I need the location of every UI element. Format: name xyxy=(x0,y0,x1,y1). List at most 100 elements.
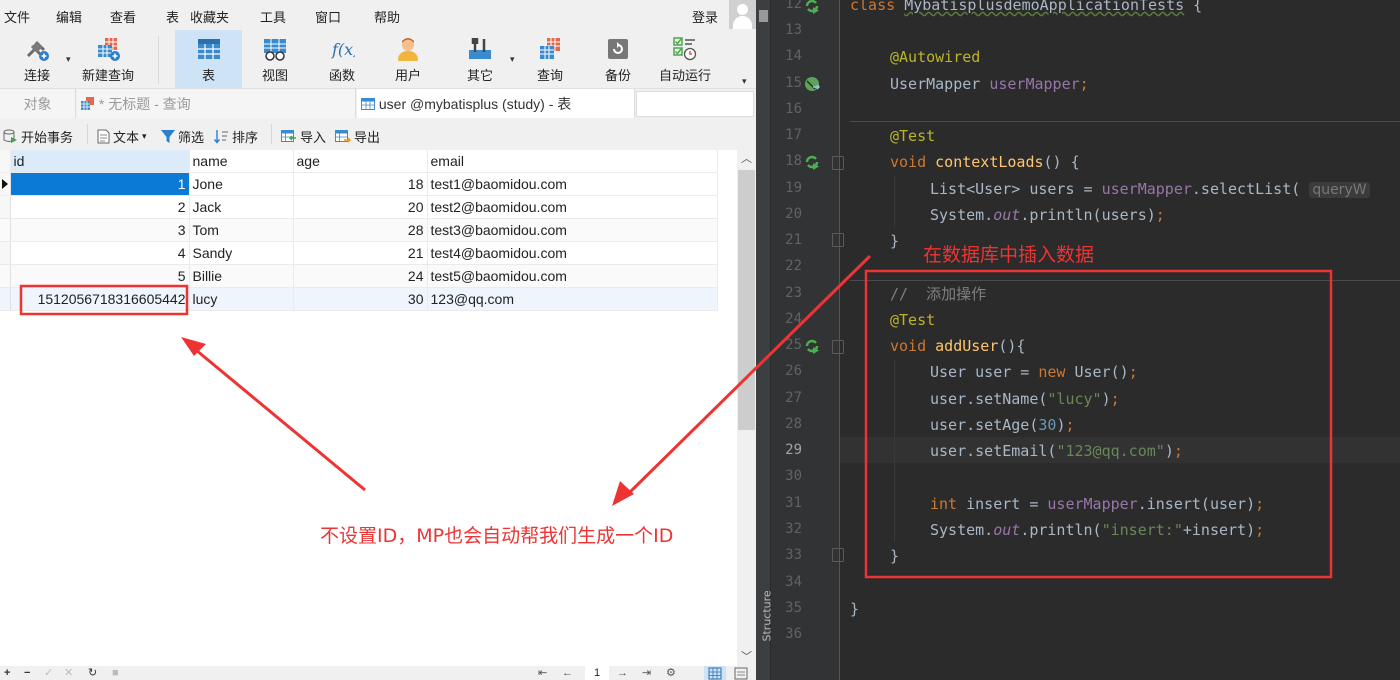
cell-id[interactable]: 4 xyxy=(10,241,190,265)
code-line-24[interactable]: @Test xyxy=(890,309,935,331)
cell-name[interactable]: Jack xyxy=(189,195,294,219)
filter-button[interactable]: 筛选 xyxy=(161,127,204,146)
add-record-button[interactable]: + xyxy=(4,666,10,680)
row-indicator[interactable] xyxy=(0,195,11,219)
menu-view[interactable]: 查看 xyxy=(110,7,136,26)
code-line-19[interactable]: List<User> users = userMapper.selectList… xyxy=(930,178,1370,200)
export-button[interactable]: 导出 xyxy=(335,127,380,146)
toolbar-view-button[interactable]: 视图 xyxy=(245,30,305,88)
table-row[interactable]: 1512056718316605442 lucy 30 123@qq.com xyxy=(0,287,718,311)
prev-page-button[interactable]: ← xyxy=(562,666,573,680)
menu-tools[interactable]: 工具 xyxy=(260,7,286,26)
discard-changes-button[interactable]: ✕ xyxy=(64,666,73,680)
code-line-25[interactable]: void addUser(){ xyxy=(890,335,1025,357)
grid-view-toggle[interactable] xyxy=(704,666,726,680)
cell-age[interactable]: 20 xyxy=(293,195,428,219)
scroll-up-icon[interactable]: ︿ xyxy=(737,150,756,168)
menu-favorites[interactable]: 收藏夹 xyxy=(190,7,229,26)
menu-help[interactable]: 帮助 xyxy=(374,7,400,26)
cell-age[interactable]: 21 xyxy=(293,241,428,265)
sort-button[interactable]: 排序 xyxy=(214,127,258,146)
row-indicator[interactable] xyxy=(0,241,11,265)
cell-name[interactable]: Jone xyxy=(189,172,294,196)
cell-age[interactable]: 30 xyxy=(293,287,428,311)
cell-name[interactable]: Billie xyxy=(189,264,294,288)
cell-name[interactable]: Sandy xyxy=(189,241,294,265)
row-indicator[interactable] xyxy=(0,218,11,242)
menu-file[interactable]: 文件 xyxy=(4,7,30,26)
project-tool-icon[interactable] xyxy=(759,10,768,22)
delete-record-button[interactable]: − xyxy=(24,666,30,680)
column-header-age[interactable]: age xyxy=(293,150,428,173)
code-line-31[interactable]: int insert = userMapper.insert(user); xyxy=(930,493,1264,515)
cell-email[interactable]: 123@qq.com xyxy=(427,287,718,311)
cell-email[interactable]: test3@baomidou.com xyxy=(427,218,718,242)
code-line-28[interactable]: user.setAge(30); xyxy=(930,414,1075,436)
page-settings-button[interactable]: ⚙ xyxy=(666,666,676,680)
code-line-23[interactable]: // 添加操作 xyxy=(890,283,986,305)
run-test-method-icon[interactable] xyxy=(804,154,820,170)
navigate-to-bean-icon[interactable] xyxy=(804,76,820,92)
others-dropdown-icon[interactable]: ▾ xyxy=(510,54,515,65)
cell-email[interactable]: test4@baomidou.com xyxy=(427,241,718,265)
tab-search-input[interactable] xyxy=(636,91,754,117)
cell-id[interactable]: 1 xyxy=(10,172,190,196)
cell-name[interactable]: Tom xyxy=(189,218,294,242)
code-line-15[interactable]: UserMapper userMapper; xyxy=(890,73,1089,95)
cell-id[interactable]: 1512056718316605442 xyxy=(10,287,190,311)
code-line-29[interactable]: user.setEmail("123@qq.com"); xyxy=(930,440,1183,462)
connect-dropdown-icon[interactable]: ▾ xyxy=(66,54,71,65)
row-indicator[interactable] xyxy=(0,172,11,196)
column-header-name[interactable]: name xyxy=(189,150,294,173)
toolbar-more-dropdown-icon[interactable]: ▾ xyxy=(742,76,747,87)
code-line-12[interactable]: class MybatisplusdemoApplicationTests { xyxy=(850,0,1202,16)
toolbar-backup-button[interactable]: 备份 xyxy=(588,30,648,88)
menu-window[interactable]: 窗口 xyxy=(315,7,341,26)
toolbar-new-query-button[interactable]: 新建查询 xyxy=(76,30,140,88)
column-header-id[interactable]: id xyxy=(10,150,190,173)
stop-button[interactable]: ■ xyxy=(112,666,119,680)
text-view-button[interactable]: 文本 ▾ xyxy=(97,127,147,146)
cell-email[interactable]: test5@baomidou.com xyxy=(427,264,718,288)
table-row[interactable]: 2 Jack 20 test2@baomidou.com xyxy=(0,195,718,219)
cell-email[interactable]: test2@baomidou.com xyxy=(427,195,718,219)
run-test-method-icon[interactable] xyxy=(804,338,820,354)
cell-age[interactable]: 18 xyxy=(293,172,428,196)
code-line-35[interactable]: } xyxy=(850,598,859,620)
menu-table[interactable]: 表 xyxy=(166,7,179,26)
fold-end-icon[interactable] xyxy=(832,548,844,562)
scroll-down-icon[interactable]: ﹀ xyxy=(737,648,756,666)
menu-edit[interactable]: 编辑 xyxy=(56,7,82,26)
row-indicator[interactable] xyxy=(0,264,11,288)
code-line-21[interactable]: } xyxy=(890,230,899,252)
toolbar-others-button[interactable]: 其它 xyxy=(450,30,510,88)
code-line-33[interactable]: } xyxy=(890,545,899,567)
table-row[interactable]: 3 Tom 28 test3@baomidou.com xyxy=(0,218,718,242)
code-line-27[interactable]: user.setName("lucy"); xyxy=(930,388,1120,410)
fold-collapse-icon[interactable] xyxy=(832,156,844,170)
column-header-email[interactable]: email xyxy=(427,150,718,173)
toolbar-connect-button[interactable]: 连接 xyxy=(8,30,66,88)
refresh-button[interactable]: ↻ xyxy=(88,666,97,680)
table-row[interactable]: 5 Billie 24 test5@baomidou.com xyxy=(0,264,718,288)
first-page-button[interactable]: ⇤ xyxy=(538,666,547,680)
row-indicator[interactable] xyxy=(0,287,11,311)
toolbar-function-button[interactable]: f(x) 函数 xyxy=(312,30,372,88)
cell-id[interactable]: 5 xyxy=(10,264,190,288)
begin-transaction-button[interactable]: 开始事务 xyxy=(3,127,73,146)
import-button[interactable]: 导入 xyxy=(281,127,326,146)
toolbar-query-button[interactable]: 查询 xyxy=(520,30,580,88)
table-row[interactable]: 4 Sandy 21 test4@baomidou.com xyxy=(0,241,718,265)
table-row[interactable]: 1 Jone 18 test1@baomidou.com xyxy=(0,172,718,196)
toolbar-table-button[interactable]: 表 xyxy=(175,30,242,88)
form-view-toggle[interactable] xyxy=(730,666,752,680)
fold-end-icon[interactable] xyxy=(832,233,844,247)
cell-age[interactable]: 28 xyxy=(293,218,428,242)
cell-name[interactable]: lucy xyxy=(189,287,294,311)
tab-untitled-query[interactable]: * 无标题 - 查询 xyxy=(77,89,356,119)
page-number-input[interactable]: 1 xyxy=(585,666,609,680)
user-avatar-icon[interactable] xyxy=(729,0,756,29)
tab-user-table[interactable]: user @mybatisplus (study) - 表 xyxy=(357,89,635,119)
text-dropdown-icon[interactable]: ▾ xyxy=(142,131,147,142)
code-line-32[interactable]: System.out.println("insert:"+insert); xyxy=(930,519,1264,541)
